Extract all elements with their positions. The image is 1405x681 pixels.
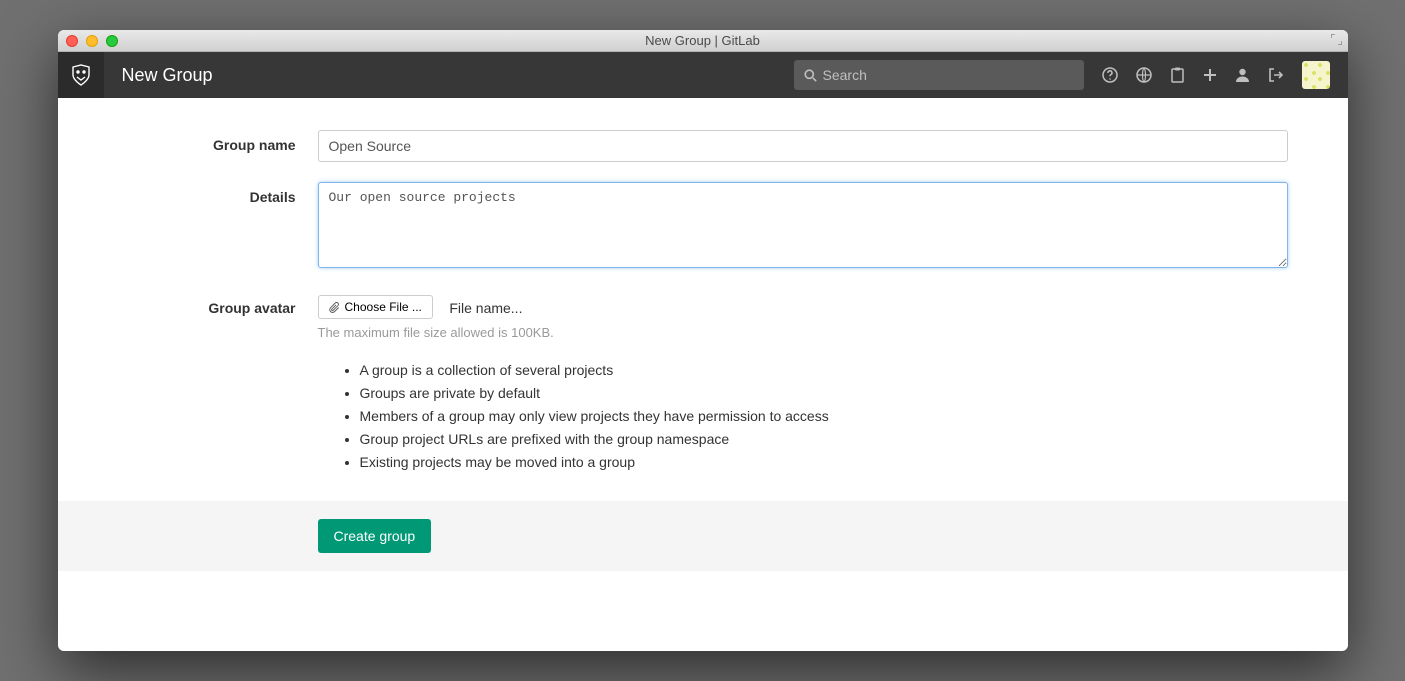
page-title: New Group	[122, 65, 213, 86]
app-window: New Group | GitLab New Group	[58, 30, 1348, 651]
user-icon[interactable]	[1235, 67, 1250, 83]
form-footer: Create group	[58, 501, 1348, 571]
window-title: New Group | GitLab	[58, 33, 1348, 48]
clipboard-icon[interactable]	[1170, 67, 1185, 83]
paperclip-icon	[329, 302, 340, 313]
top-navbar: New Group	[58, 52, 1348, 98]
logout-icon[interactable]	[1268, 68, 1284, 82]
file-size-hint: The maximum file size allowed is 100KB.	[318, 325, 1288, 340]
plus-icon[interactable]	[1203, 68, 1217, 82]
choose-file-label: Choose File ...	[345, 300, 422, 314]
nav-icon-group	[1102, 61, 1348, 89]
group-name-label: Group name	[118, 130, 318, 153]
list-item: Existing projects may be moved into a gr…	[360, 452, 1288, 473]
list-item: Members of a group may only view project…	[360, 406, 1288, 427]
details-textarea[interactable]	[318, 182, 1288, 268]
details-label: Details	[118, 182, 318, 205]
gitlab-logo-icon[interactable]	[58, 52, 104, 98]
form-content: Group name Details Group avatar Choose F…	[58, 98, 1348, 473]
user-avatar[interactable]	[1302, 61, 1330, 89]
group-name-input[interactable]	[318, 130, 1288, 162]
search-input[interactable]	[823, 67, 1074, 83]
list-item: A group is a collection of several proje…	[360, 360, 1288, 381]
group-avatar-label: Group avatar	[118, 293, 318, 316]
file-name-text: File name...	[449, 300, 522, 316]
help-icon[interactable]	[1102, 67, 1118, 83]
create-group-button[interactable]: Create group	[318, 519, 432, 553]
search-icon	[804, 69, 817, 82]
globe-icon[interactable]	[1136, 67, 1152, 83]
list-item: Groups are private by default	[360, 383, 1288, 404]
list-item: Group project URLs are prefixed with the…	[360, 429, 1288, 450]
choose-file-button[interactable]: Choose File ...	[318, 295, 433, 319]
fullscreen-icon[interactable]	[1331, 34, 1342, 48]
window-titlebar: New Group | GitLab	[58, 30, 1348, 52]
group-info-list: A group is a collection of several proje…	[118, 360, 1288, 473]
search-box[interactable]	[794, 60, 1084, 90]
